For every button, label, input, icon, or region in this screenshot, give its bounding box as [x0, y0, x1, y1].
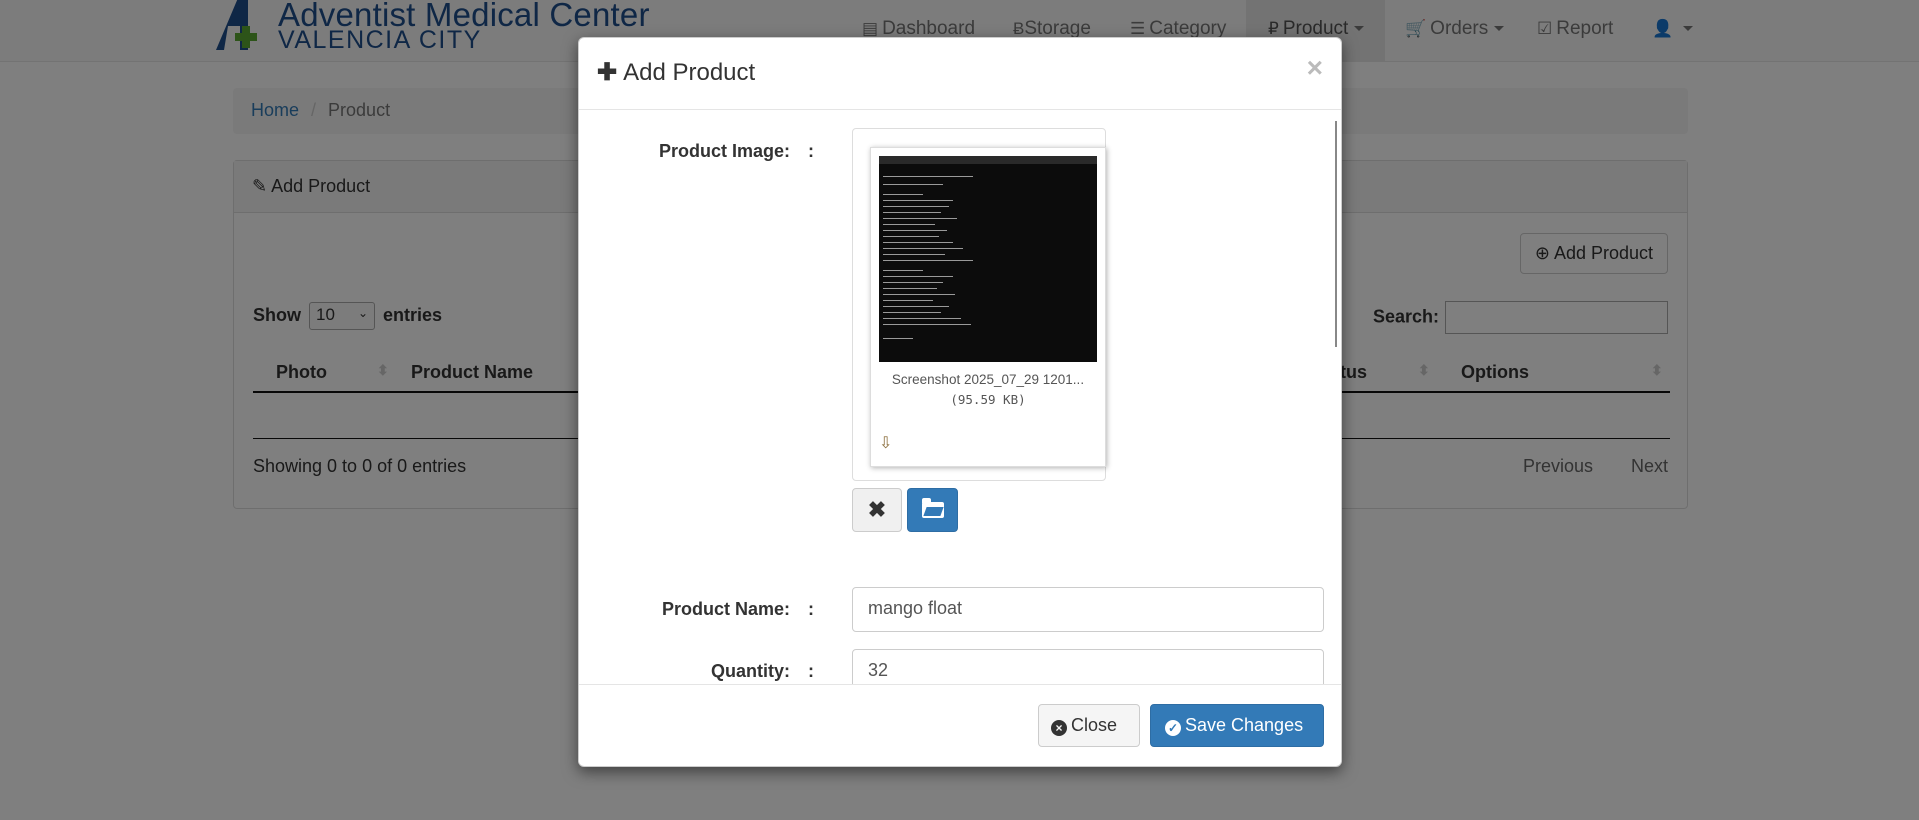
- label-colon: :: [808, 661, 814, 681]
- label-product-name: Product Name:: [661, 599, 790, 619]
- label-colon: :: [808, 599, 814, 619]
- remove-file-button[interactable]: ✖: [852, 488, 902, 532]
- file-size: (95.59 KB): [950, 392, 1026, 407]
- label-colon: :: [808, 141, 814, 161]
- plus-icon: ✚: [597, 59, 618, 86]
- modal-header: ✚ Add Product ×: [579, 38, 1341, 110]
- close-button[interactable]: × Close: [1038, 704, 1140, 747]
- modal-scrollbar[interactable]: [1335, 121, 1337, 347]
- product-name-input[interactable]: mango float: [852, 587, 1324, 632]
- file-thumbnail-card: Screenshot 2025_07_29 1201... (95.59 KB)…: [870, 147, 1106, 467]
- file-preview-frame: Screenshot 2025_07_29 1201... (95.59 KB)…: [852, 128, 1106, 481]
- label-product-image: Product Image:: [658, 141, 790, 161]
- modal-close-icon[interactable]: ×: [1307, 52, 1323, 84]
- close-icon: ✖: [867, 497, 887, 522]
- add-product-modal: ✚ Add Product × Product Image: : Screens…: [578, 37, 1342, 767]
- file-name: Screenshot 2025_07_29 1201...: [891, 372, 1085, 387]
- browse-file-button[interactable]: [907, 488, 958, 532]
- file-thumbnail-image: [879, 156, 1097, 362]
- quantity-input[interactable]: 32: [852, 649, 1324, 684]
- times-circle-icon: ×: [1051, 720, 1067, 736]
- save-changes-button[interactable]: ✓ Save Changes: [1150, 704, 1324, 747]
- folder-open-icon: [922, 498, 944, 518]
- modal-title: ✚ Add Product: [597, 59, 756, 86]
- modal-footer: × Close ✓ Save Changes: [579, 684, 1341, 766]
- drag-handle-icon[interactable]: ⇩: [879, 433, 892, 453]
- modal-body: Product Image: : Screenshot 2025_07_29 1…: [579, 111, 1341, 684]
- check-circle-icon: ✓: [1165, 720, 1181, 736]
- label-quantity: Quantity:: [711, 661, 790, 681]
